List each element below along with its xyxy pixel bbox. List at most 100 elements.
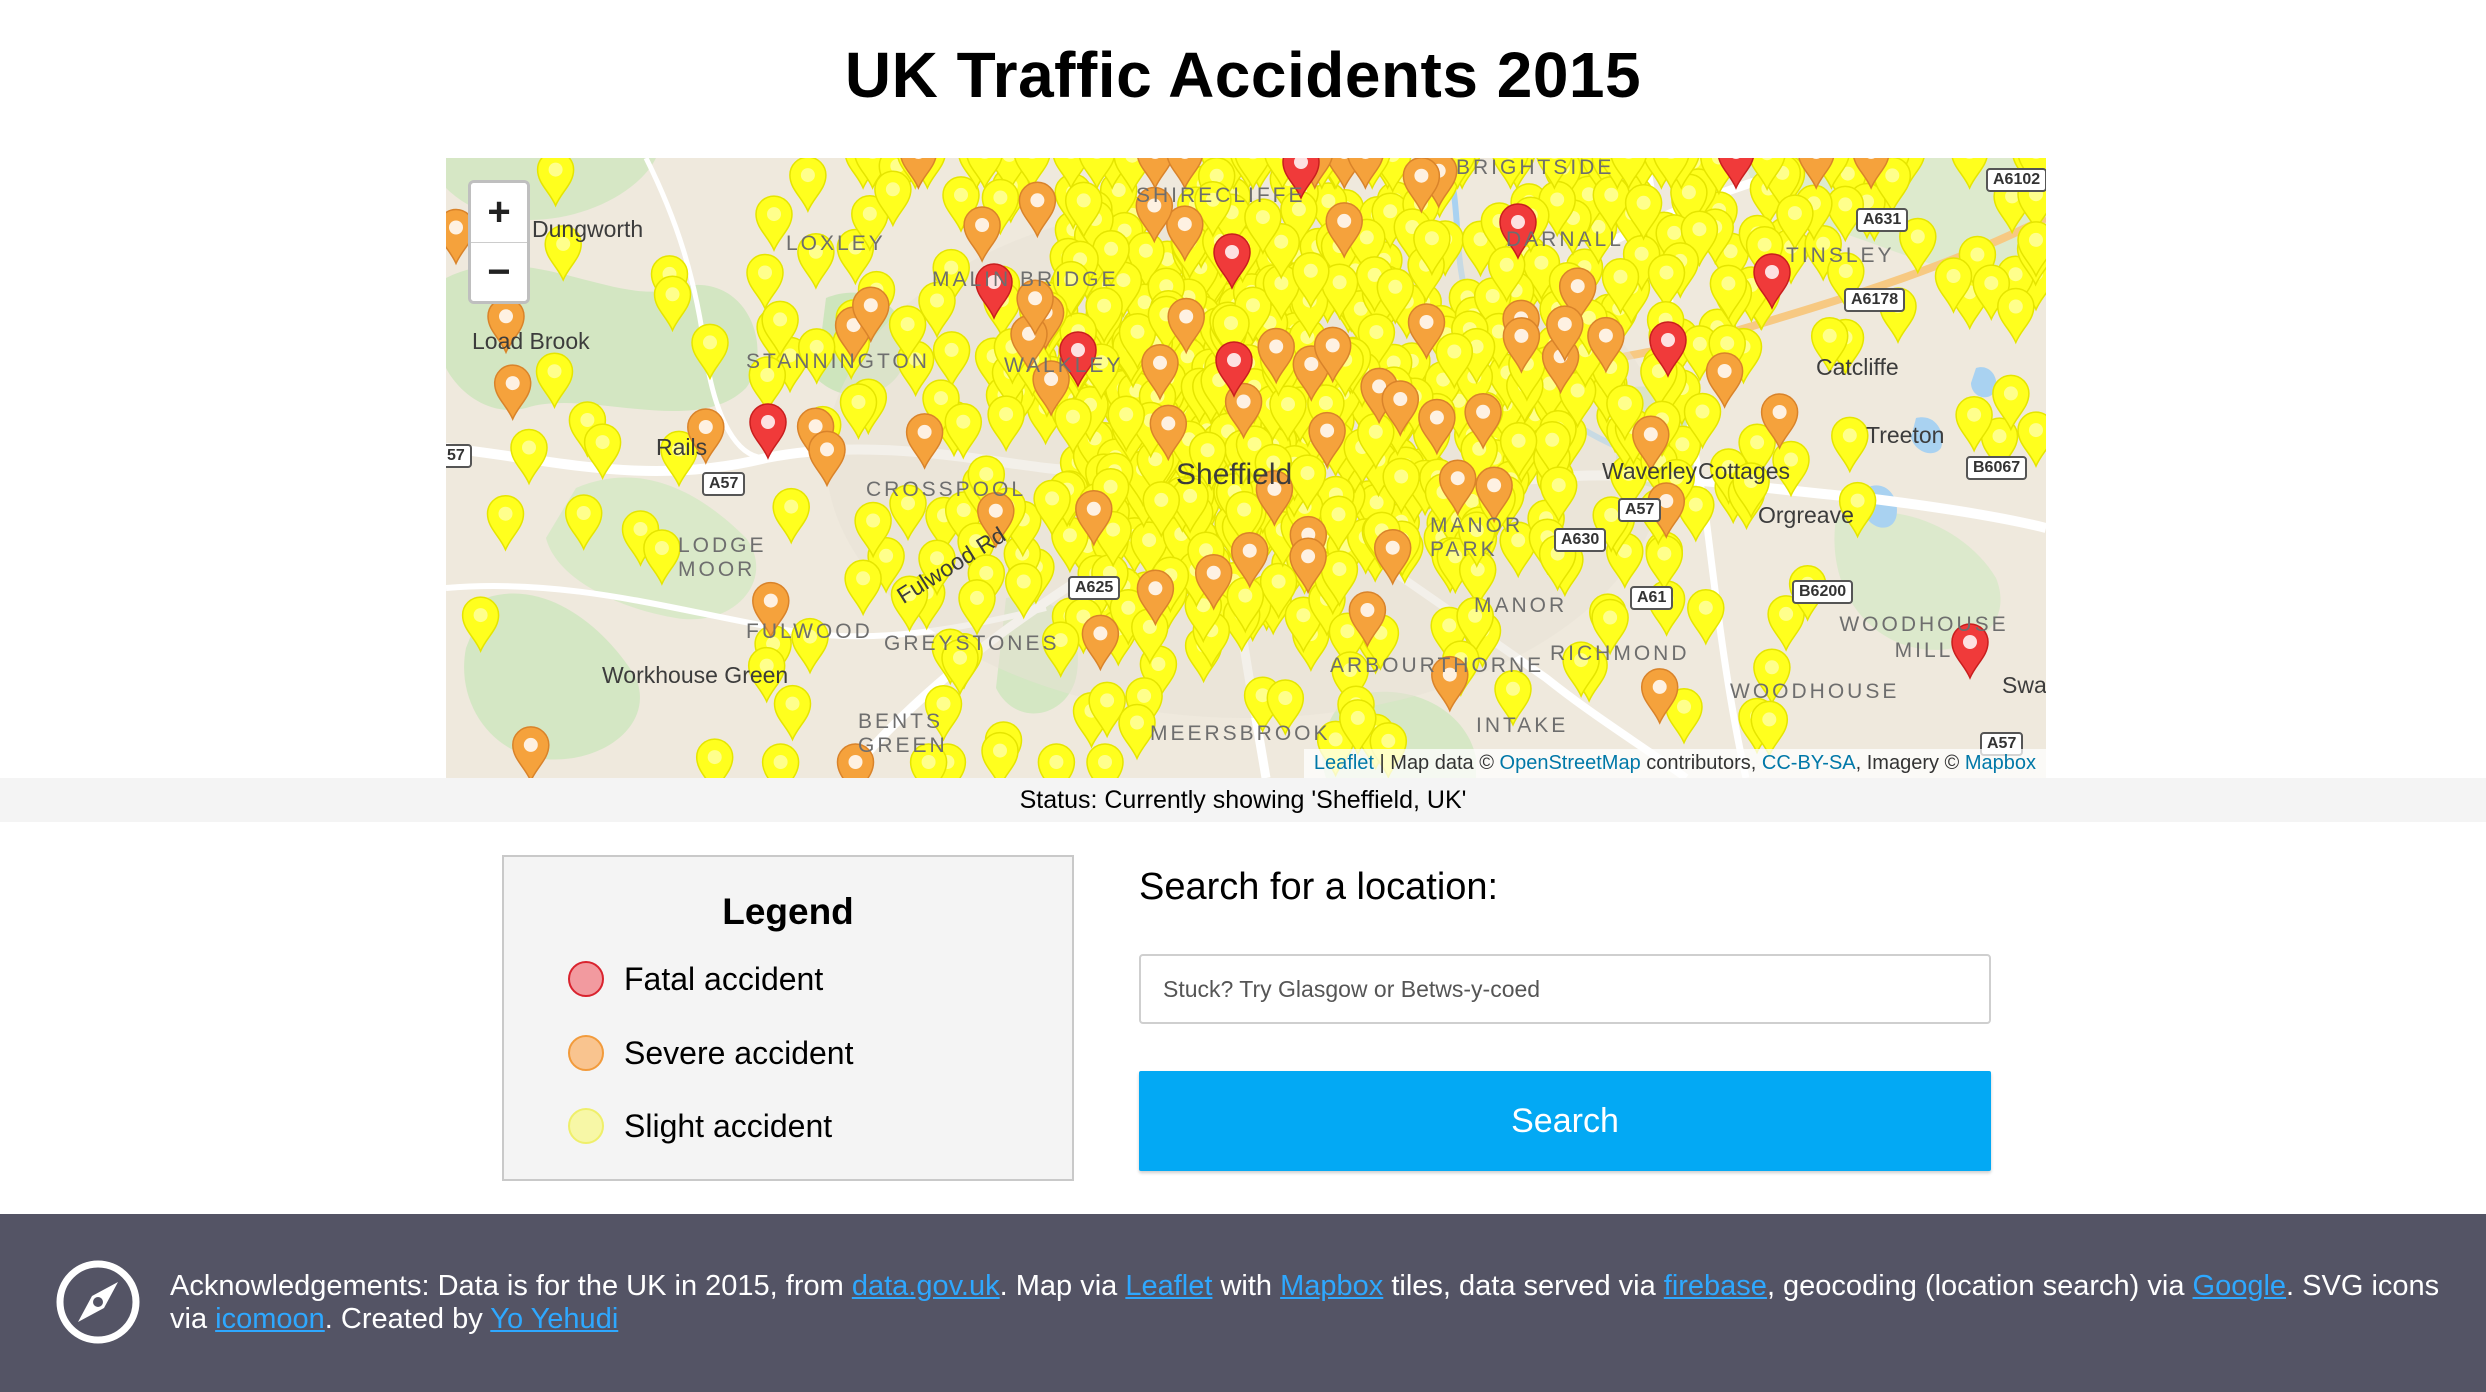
map-attribution: Leaflet | Map data © OpenStreetMap contr… [1303, 749, 2046, 778]
map-label-richmond: RICHMOND [1550, 642, 1690, 665]
attribution-ccbysa-link[interactable]: CC-BY-SA [1762, 752, 1856, 774]
zoom-control: + − [468, 180, 530, 304]
map-label-cottages: Cottages [1698, 458, 1791, 484]
legend-item-slight: Slight accident [568, 1106, 832, 1146]
map-label-bents-green: BENTS GREEN [858, 710, 948, 757]
map-label-tinsley: TINSLEY [1786, 244, 1895, 267]
severe-dot-icon [568, 1035, 604, 1071]
status-bar: Status: Currently showing 'Sheffield, UK… [0, 778, 2486, 822]
map-label-sheffield: Sheffield [1176, 458, 1293, 491]
yo-yehudi-link[interactable]: Yo Yehudi [490, 1303, 618, 1335]
road-shield-a625: A625 [1068, 576, 1121, 600]
legend-label: Slight accident [624, 1107, 833, 1144]
map-label-manor-park: MANOR PARK [1430, 514, 1524, 561]
map-label-load-brook: Load Brook [472, 328, 590, 354]
slight-accident-marker[interactable] [1086, 743, 1124, 778]
road-shield-a57-edge: 57 [446, 444, 472, 468]
icomoon-link[interactable]: icomoon [215, 1303, 325, 1335]
severe-accident-marker[interactable] [493, 364, 532, 422]
road-shield-a57-east: A57 [1618, 498, 1662, 522]
map-label-catcliffe: Catcliffe [1816, 354, 1899, 380]
severe-accident-marker[interactable] [512, 726, 550, 778]
map-label-darnall: DARNALL [1506, 228, 1624, 251]
zoom-in-button[interactable]: + [471, 183, 527, 242]
attribution-text: | Map data © [1373, 752, 1500, 774]
map-label-manor: MANOR [1474, 594, 1568, 617]
attribution-text: , Imagery © [1855, 752, 1965, 774]
attribution-osm-link[interactable]: OpenStreetMap [1500, 752, 1641, 774]
slight-accident-marker[interactable] [844, 559, 882, 617]
slight-dot-icon [568, 1108, 604, 1144]
map-label-crosspool: CROSSPOOL [866, 478, 1027, 501]
map-label-walkley: WALKLEY [1004, 354, 1124, 377]
legend-label: Fatal accident [624, 960, 824, 997]
slight-accident-marker[interactable] [761, 743, 800, 778]
slight-accident-marker[interactable] [1647, 253, 1686, 311]
road-shield-b6200: B6200 [1792, 580, 1854, 604]
legend-panel: Legend Fatal accident Severe accident Sl… [502, 855, 1074, 1181]
footer-text: , geocoding (location search) via [1766, 1270, 2193, 1302]
accident-map[interactable]: Dungworth LOXLEY SHIRECLIFFE BRIGHTSIDE … [446, 158, 2046, 778]
fatal-accident-marker[interactable] [749, 403, 787, 460]
leaflet-link[interactable]: Leaflet [1125, 1270, 1212, 1302]
legend-label: Severe accident [624, 1034, 854, 1071]
slight-accident-marker[interactable] [789, 158, 827, 214]
slight-accident-marker[interactable] [746, 253, 784, 311]
road-shield-a61: A61 [1630, 586, 1674, 610]
map-label-malin-bridge: MALIN BRIDGE [932, 268, 1119, 291]
map-label-swallownest: Swa [2002, 672, 2046, 698]
map-label-woodhouse: WOODHOUSE [1730, 680, 1900, 703]
road-shield-a631: A631 [1856, 208, 1909, 232]
slight-accident-marker[interactable] [773, 684, 812, 742]
slight-accident-marker[interactable] [510, 428, 548, 486]
road-shield-a630: A630 [1554, 528, 1607, 552]
legend-item-severe: Severe accident [568, 1033, 853, 1073]
attribution-leaflet-link[interactable]: Leaflet [1314, 752, 1374, 774]
map-label-waverley: Waverley [1602, 458, 1697, 484]
map-label-brightside: BRIGHTSIDE [1456, 158, 1615, 179]
map-label-fulwood: FULWOOD [746, 620, 873, 643]
map-label-orgreave: Orgreave [1758, 502, 1854, 528]
footer-text: Acknowledgements: Data is for the UK in … [170, 1270, 852, 1302]
road-shield-a6178: A6178 [1844, 288, 1906, 312]
footer-text: tiles, data served via [1383, 1270, 1664, 1302]
map-label-intake: INTAKE [1476, 714, 1569, 737]
attribution-mapbox-link[interactable]: Mapbox [1965, 752, 2036, 774]
map-label-lodge-moor: LODGE MOOR [678, 534, 767, 581]
map-label-stannington: STANNINGTON [746, 350, 930, 373]
map-label-meersbrook: MEERSBROOK [1150, 722, 1331, 745]
footer-text: . Map via [999, 1270, 1126, 1302]
data-gov-uk-link[interactable]: data.gov.uk [852, 1270, 1000, 1302]
page-title: UK Traffic Accidents 2015 [844, 39, 1642, 111]
slight-accident-marker[interactable] [981, 731, 1019, 778]
map-label-greystones: GREYSTONES [884, 632, 1060, 655]
legend-title: Legend [722, 891, 854, 932]
attribution-text: contributors, [1640, 752, 1762, 774]
road-shield-a6102: A6102 [1986, 168, 2046, 192]
fatal-dot-icon [568, 961, 604, 997]
footer: Acknowledgements: Data is for the UK in … [0, 1214, 2486, 1392]
search-button[interactable]: Search [1139, 1071, 1991, 1171]
map-label-shirecliffe: SHIRECLIFFE [1136, 184, 1306, 207]
map-label-loxley: LOXLEY [786, 232, 886, 255]
footer-text: . Created by [324, 1303, 491, 1335]
mapbox-link[interactable]: Mapbox [1280, 1270, 1383, 1302]
slight-accident-marker[interactable] [486, 494, 525, 552]
map-label-arbourthorne: ARBOURTHORNE [1330, 654, 1545, 677]
slight-accident-marker[interactable] [1831, 416, 1869, 474]
map-label-dungworth: Dungworth [532, 216, 644, 242]
slight-accident-marker[interactable] [695, 738, 734, 778]
location-search-input[interactable] [1139, 954, 1991, 1024]
map-label-woodhouse-mill: WOODHOUSE MILL [1839, 613, 2009, 662]
footer-text: with [1212, 1270, 1281, 1302]
acknowledgements: Acknowledgements: Data is for the UK in … [170, 1270, 2440, 1336]
zoom-out-button[interactable]: − [471, 242, 527, 301]
google-link[interactable]: Google [2193, 1270, 2287, 1302]
legend-item-fatal: Fatal accident [568, 959, 823, 999]
slight-accident-marker[interactable] [1997, 287, 2035, 345]
firebase-link[interactable]: firebase [1664, 1270, 1767, 1302]
slight-accident-marker[interactable] [1645, 534, 1684, 592]
slight-accident-marker[interactable] [1037, 743, 1076, 778]
map-label-workhouse-green: Workhouse Green [602, 662, 789, 688]
slight-accident-marker[interactable] [772, 487, 810, 545]
